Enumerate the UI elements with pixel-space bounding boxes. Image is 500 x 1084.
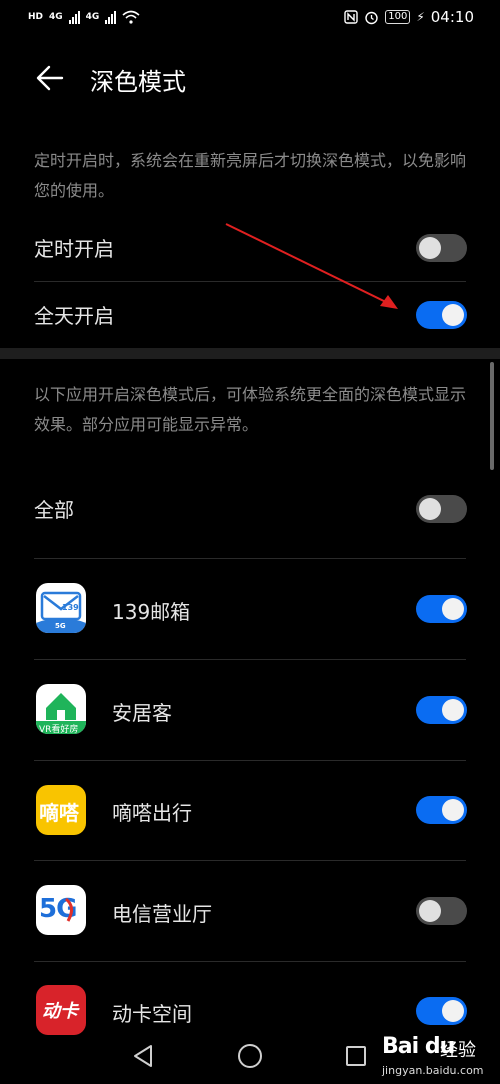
app-toggle-139-mail[interactable] <box>416 595 467 623</box>
page-title: 深色模式 <box>90 68 186 96</box>
all-day-label: 全天开启 <box>34 304 114 328</box>
divider <box>34 760 466 761</box>
toggle-knob <box>419 237 441 259</box>
all-day-toggle[interactable] <box>416 301 467 329</box>
app-icon-text: VR看好房 <box>39 725 79 734</box>
status-bar: HD 4G 4G 100 ⚡ 04:10 <box>0 0 500 38</box>
app-name: 安居客 <box>112 701 172 725</box>
divider <box>34 281 466 282</box>
scheduled-on-toggle[interactable] <box>416 234 467 262</box>
divider <box>34 558 466 559</box>
app-toggle-telecom[interactable] <box>416 897 467 925</box>
all-apps-toggle[interactable] <box>416 495 467 523</box>
toggle-knob <box>419 498 441 520</box>
dida-icon: 嘀嗒 <box>36 785 86 835</box>
app-name: 电信营业厅 <box>112 902 212 926</box>
toggle-knob <box>442 1000 464 1022</box>
nfc-icon <box>344 10 358 24</box>
app-name: 139邮箱 <box>112 600 191 624</box>
apps-description: 以下应用开启深色模式后，可体验系统更全面的深色模式显示效果。部分应用可能显示异常… <box>34 385 467 434</box>
divider <box>34 860 466 861</box>
app-icon-text: 嘀嗒 <box>39 801 79 825</box>
app-toggle-anjuke[interactable] <box>416 696 467 724</box>
section-divider <box>0 348 500 359</box>
status-right: 100 ⚡ 04:10 <box>344 8 474 26</box>
app-icon-text: 动卡 <box>42 1001 78 1022</box>
toggle-knob <box>442 699 464 721</box>
signal-icon <box>68 10 80 24</box>
battery-indicator: 100 <box>385 10 411 24</box>
toggle-knob <box>442 304 464 326</box>
toggle-knob <box>442 598 464 620</box>
all-apps-label: 全部 <box>34 498 74 522</box>
wifi-icon <box>122 10 140 24</box>
watermark-text: 经验 <box>440 1040 476 1061</box>
network-type-2: 4G <box>85 12 100 22</box>
back-arrow-icon[interactable] <box>34 62 66 94</box>
schedule-description: 定时开启时，系统会在重新亮屏后才切换深色模式，以免影响您的使用。 <box>34 151 467 200</box>
charging-icon: ⚡ <box>416 10 425 24</box>
scheduled-on-label: 定时开启 <box>34 237 114 261</box>
5g-hello-icon: 5G <box>36 885 86 935</box>
app-toggle-dida[interactable] <box>416 796 467 824</box>
mail-139-icon: 139 5G <box>36 583 86 633</box>
clock: 04:10 <box>430 8 474 26</box>
nav-home-icon[interactable] <box>238 1044 262 1068</box>
nav-back-icon[interactable] <box>132 1044 154 1068</box>
scrollbar[interactable] <box>490 362 494 470</box>
toggle-knob <box>442 799 464 821</box>
hd-indicator: HD <box>28 12 44 22</box>
signal-icon <box>105 10 117 24</box>
watermark-url: jingyan.baidu.com <box>382 1064 484 1077</box>
network-type-1: 4G <box>49 12 63 22</box>
divider <box>34 961 466 962</box>
app-name: 嘀嗒出行 <box>112 801 192 825</box>
divider <box>34 659 466 660</box>
toggle-knob <box>419 900 441 922</box>
app-toggle-dongka[interactable] <box>416 997 467 1025</box>
app-icon-text: 139 <box>62 603 79 612</box>
app-name: 动卡空间 <box>112 1002 192 1026</box>
nav-recent-icon[interactable] <box>346 1046 366 1066</box>
status-left: HD 4G 4G <box>28 10 140 24</box>
house-icon: VR看好房 <box>36 684 86 734</box>
alarm-icon <box>365 11 378 24</box>
app-icon-subtext: 5G <box>55 622 66 630</box>
dongka-icon: 动卡 <box>36 985 86 1035</box>
baidu-jingyan-watermark: Bai du 经验 jingyan.baidu.com <box>378 1030 500 1084</box>
app-bar: 深色模式 <box>0 52 500 104</box>
